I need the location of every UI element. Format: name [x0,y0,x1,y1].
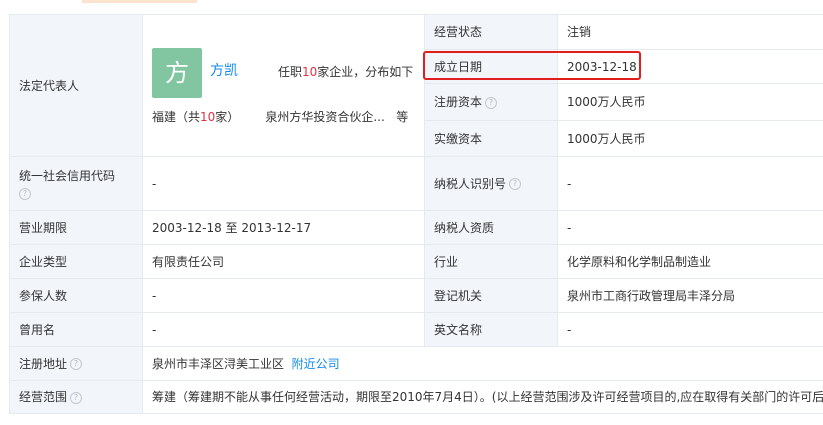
scope-value: 筹建（筹建期不能从事任何经营活动，期限至2010年7月4日）。(以上经营范围涉及… [142,380,823,414]
scope-label: 经营范围 [19,390,68,404]
authority-value: 泉州市工商行政管理局丰泽分局 [557,278,823,313]
row-status: 法定代表人 方 方凯 任职10家企业，分布如下 福建（共10家） 泉州方华投资合伙… [9,14,823,157]
term-value: 2003-12-18 至 2013-12-17 [142,210,425,245]
row-term: 营业期限 2003-12-18 至 2013-12-17 纳税人资质 - [9,210,823,245]
credit-code-label-cell: 统一社会信用代码? [9,156,143,211]
address-label: 注册地址 [19,356,68,371]
company-type-value: 有限责任公司 [142,244,425,279]
company-info-table: 法定代表人 方 方凯 任职10家企业，分布如下 福建（共10家） 泉州方华投资合伙… [9,14,823,414]
status-label: 经营状态 [424,14,558,50]
row-company-type: 企业类型 有限责任公司 行业 化学原料和化学制品制造业 [9,244,823,279]
founded-date-highlight [423,51,641,80]
address-value: 泉州市丰泽区浔美工业区 [152,356,285,371]
etc-label: 等 [396,110,409,124]
taxpayer-id-value: - [557,156,823,211]
legal-rep-label: 法定代表人 [9,14,143,157]
legal-rep-name-link[interactable]: 方凯 [210,63,238,79]
address-cell: 泉州市丰泽区浔美工业区 附近公司 [142,346,823,381]
reg-capital-label: 注册资本 [434,95,483,109]
industry-value: 化学原料和化学制品制造业 [557,244,823,279]
company-type-label: 企业类型 [9,244,143,279]
legal-rep-cell: 方 方凯 任职10家企业，分布如下 福建（共10家） 泉州方华投资合伙企... 等 [142,14,425,157]
region-summary[interactable]: 福建（共10家） [152,110,239,124]
taxpayer-qual-label: 纳税人资质 [424,210,558,245]
question-circle-icon[interactable]: ? [70,391,83,404]
insured-label: 参保人数 [9,278,143,313]
question-circle-icon[interactable]: ? [485,96,498,109]
nearby-companies-link[interactable]: 附近公司 [292,357,340,371]
reg-capital-value: 1000万人民币 [557,83,823,121]
row-credit-code: 统一社会信用代码? - 纳税人识别号? - [9,156,823,211]
authority-label: 登记机关 [424,278,558,313]
row-insured: 参保人数 - 登记机关 泉州市工商行政管理局丰泽分局 [9,278,823,313]
former-name-value: - [142,312,425,347]
related-company-link[interactable]: 泉州方华投资合伙企... [265,110,384,124]
english-name-label: 英文名称 [424,312,558,347]
english-name-value: - [557,312,823,347]
paid-capital-value: 1000万人民币 [557,120,823,157]
address-label-cell: 注册地址? [9,346,143,381]
industry-label: 行业 [424,244,558,279]
taxpayer-id-label-cell: 纳税人识别号? [424,156,558,211]
region-count: 10 [200,110,216,124]
top-tab-strip [82,0,197,3]
row-scope: 经营范围? 筹建（筹建期不能从事任何经营活动，期限至2010年7月4日）。(以上… [9,380,823,414]
insured-value: - [142,278,425,313]
legal-rep-summary: 任职10家企业，分布如下 [278,65,414,79]
former-name-label: 曾用名 [9,312,143,347]
question-circle-icon[interactable]: ? [70,358,83,370]
question-circle-icon[interactable]: ? [509,178,522,190]
status-value: 注销 [557,14,823,50]
company-count: 10 [302,65,318,79]
reg-capital-label-cell: 注册资本? [424,83,558,121]
taxpayer-qual-value: - [557,210,823,245]
scope-label-cell: 经营范围? [9,380,143,414]
term-label: 营业期限 [9,210,143,245]
question-circle-icon[interactable]: ? [19,187,31,200]
row-former-name: 曾用名 - 英文名称 - [9,312,823,347]
row-address: 注册地址? 泉州市丰泽区浔美工业区 附近公司 [9,346,823,381]
credit-code-value: - [142,156,425,211]
credit-code-label: 统一社会信用代码 [19,168,116,183]
avatar[interactable]: 方 [152,48,202,98]
paid-capital-label: 实缴资本 [424,120,558,157]
taxpayer-id-label: 纳税人识别号 [434,176,507,191]
